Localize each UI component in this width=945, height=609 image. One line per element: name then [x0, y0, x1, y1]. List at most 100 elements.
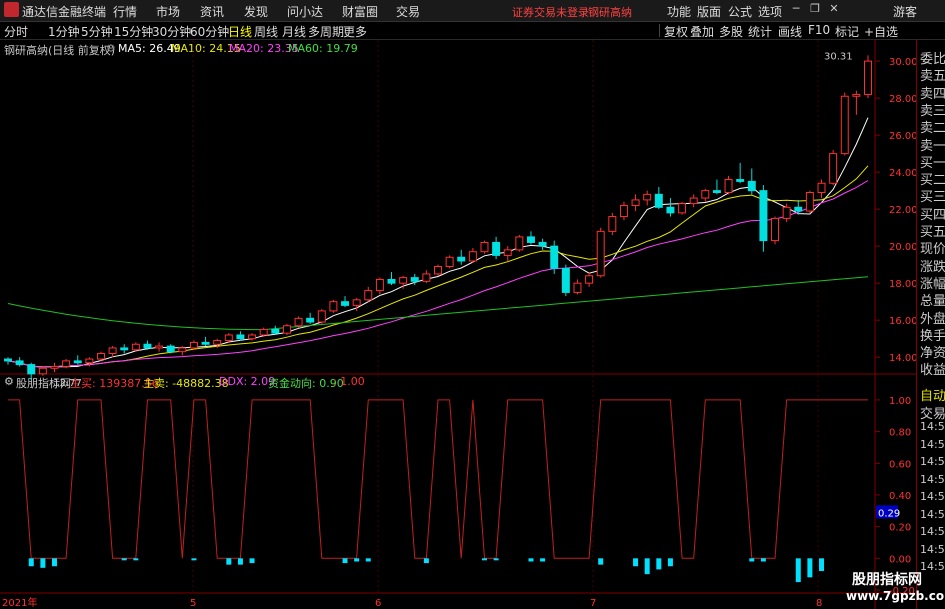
- tick-time-label: 14:56: [920, 560, 945, 573]
- menu-gongshi[interactable]: 公式: [728, 3, 752, 20]
- user-label[interactable]: 游客: [893, 3, 917, 20]
- indicator-bar: [633, 558, 639, 567]
- menu-xuanxiang[interactable]: 选项: [758, 3, 782, 20]
- kline-chart[interactable]: 30.31 12.77 30.00 28.00 26.00 24.00 22.00 20.0…: [0, 40, 916, 609]
- period-fenshi[interactable]: 分时: [4, 23, 28, 40]
- candle-body: [271, 328, 280, 334]
- quote-field-label: 卖一: [920, 138, 945, 154]
- candle-body: [329, 301, 338, 312]
- tick-time-label: 14:56: [920, 525, 945, 538]
- period-more[interactable]: 更多: [343, 23, 367, 40]
- indicator-bar: [749, 558, 755, 562]
- close-icon[interactable]: ✕: [827, 2, 841, 16]
- indicator-bar: [365, 558, 371, 562]
- watermark-url: www.7gpzb.com: [846, 589, 945, 603]
- quote-field-label: 总量: [920, 294, 945, 310]
- restore-icon[interactable]: ❐: [808, 2, 822, 16]
- menu-caifuquan[interactable]: 财富圈: [342, 3, 378, 20]
- tool-f10[interactable]: F10: [808, 23, 830, 37]
- app-logo-icon: [4, 2, 19, 17]
- period-5min[interactable]: 5分钟: [81, 23, 113, 40]
- menu-jiaoyi[interactable]: 交易: [396, 3, 420, 20]
- candle-body: [771, 217, 780, 242]
- period-30min[interactable]: 30分钟: [152, 23, 191, 40]
- menu-faxian[interactable]: 发现: [244, 3, 268, 20]
- indicator-bar: [493, 558, 499, 561]
- menu-hangqing[interactable]: 行情: [113, 3, 137, 20]
- indicator-bar: [667, 558, 673, 567]
- trade-panel-label[interactable]: 交易: [920, 403, 945, 422]
- candle-body: [550, 245, 559, 269]
- candle-body: [387, 278, 396, 284]
- indicator-bar: [121, 558, 127, 561]
- candle-body: [155, 345, 164, 349]
- candle-body: [712, 190, 721, 193]
- trade-panel-label[interactable]: 自动: [920, 385, 945, 404]
- candle-body: [445, 256, 454, 268]
- quote-field-label: 买二: [920, 173, 945, 189]
- candle-body: [259, 328, 268, 336]
- price-tick-label: 14.00: [889, 353, 916, 364]
- period-monthly[interactable]: 月线: [282, 23, 306, 40]
- indicator-bar: [28, 558, 34, 567]
- candle-body: [654, 193, 663, 208]
- tick-time-label: 14:56: [920, 420, 945, 433]
- tool-fuquan[interactable]: 复权: [664, 23, 688, 40]
- tool-huaxian[interactable]: 画线: [778, 23, 802, 40]
- candle-body: [596, 230, 605, 277]
- candle-body: [38, 367, 47, 375]
- candle-body: [829, 153, 838, 184]
- candle-body: [341, 301, 350, 306]
- indicator-tick-label: 1.00: [889, 396, 911, 407]
- tool-biaoji[interactable]: 标记: [835, 23, 859, 40]
- quote-field-label: 现价: [920, 242, 945, 258]
- period-60min[interactable]: 60分钟: [190, 23, 229, 40]
- menu-gongneng[interactable]: 功能: [667, 3, 691, 20]
- indicator-bar: [40, 558, 46, 568]
- period-daily[interactable]: 日线: [228, 23, 252, 40]
- candle-body: [4, 358, 12, 362]
- period-weekly[interactable]: 周线: [254, 23, 278, 40]
- minimize-icon[interactable]: ─: [789, 2, 803, 16]
- trade-login-warning[interactable]: 证券交易未登录: [512, 4, 589, 20]
- candle-body: [724, 179, 733, 193]
- menu-shichang[interactable]: 市场: [156, 3, 180, 20]
- tool-tongji[interactable]: 统计: [748, 23, 772, 40]
- menu-banmian[interactable]: 版面: [697, 3, 721, 20]
- tool-diejia[interactable]: 叠加: [690, 23, 714, 40]
- period-1min[interactable]: 1分钟: [48, 23, 80, 40]
- tool-duogu[interactable]: 多股: [719, 23, 743, 40]
- candle-body: [422, 273, 431, 282]
- candle-body: [131, 343, 140, 351]
- quote-field-label: 净资: [920, 346, 945, 362]
- indicator-bar: [249, 558, 255, 564]
- indicator-bar: [760, 558, 766, 562]
- candle-body: [794, 206, 803, 212]
- candle-body: [120, 347, 129, 351]
- candle-body: [678, 203, 687, 214]
- current-value-label: 0.29: [878, 508, 900, 519]
- period-15min[interactable]: 15分钟: [114, 23, 153, 40]
- candle-body: [759, 190, 768, 242]
- quote-field-label: 买五: [920, 225, 945, 240]
- time-axis-label: 2021年: [2, 596, 37, 609]
- candle-body: [573, 282, 582, 293]
- quote-field-label: 买四: [920, 207, 945, 223]
- quote-field-label: 买三: [920, 190, 945, 206]
- candle-body: [864, 60, 872, 95]
- indicator-bar: [354, 558, 360, 562]
- quote-field-label: 收益: [920, 363, 945, 379]
- tool-zixuan[interactable]: +自选: [864, 23, 898, 40]
- candle-body: [457, 256, 466, 262]
- menu-wenxiaoda[interactable]: 问小达: [287, 3, 323, 20]
- period-multi[interactable]: 多周期: [308, 23, 344, 40]
- candle-body: [515, 236, 524, 251]
- candle-body: [585, 275, 594, 284]
- price-tick-label: 20.00: [889, 242, 916, 253]
- candle-body: [631, 199, 640, 206]
- candle-body: [201, 341, 210, 345]
- candle-body: [317, 310, 326, 323]
- menu-zixun[interactable]: 资讯: [200, 3, 224, 20]
- indicator-bar: [528, 558, 534, 562]
- time-axis-label: 7: [590, 598, 596, 609]
